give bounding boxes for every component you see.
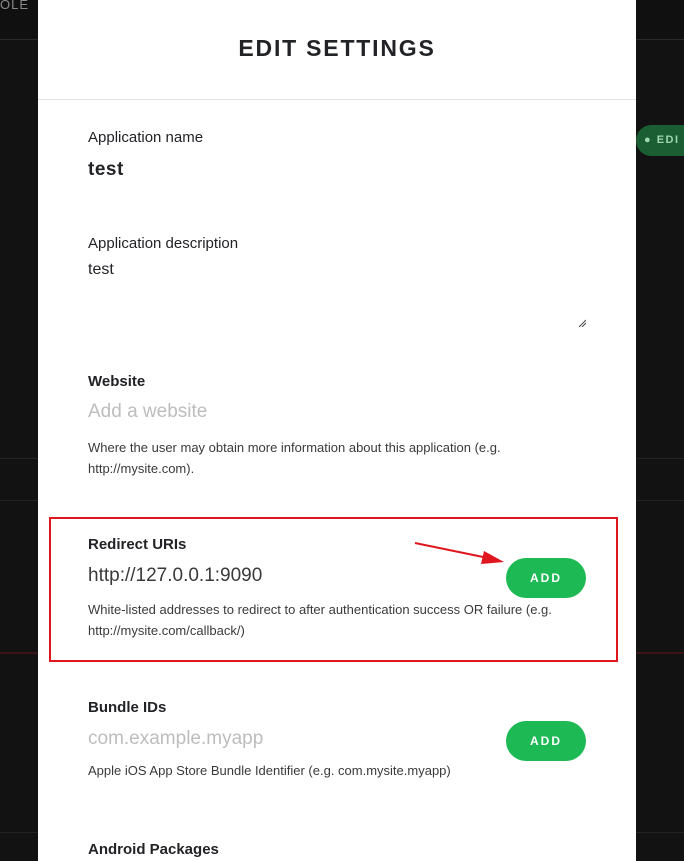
background-edit-button: ● EDI xyxy=(636,125,684,156)
application-description-label: Application description xyxy=(88,235,239,252)
annotation-highlight-box xyxy=(49,517,618,662)
android-packages-field: Android Packages xyxy=(88,841,586,858)
background-edit-label: EDI xyxy=(656,134,680,146)
website-input[interactable]: Add a website xyxy=(88,398,586,426)
annotation-arrow-icon xyxy=(414,542,504,564)
resize-handle-icon[interactable] xyxy=(578,319,586,327)
application-description-field: Application description test xyxy=(88,235,586,327)
application-description-value: test xyxy=(88,261,114,278)
application-name-label: Application name xyxy=(88,129,204,146)
website-field: Website Add a website Where the user may… xyxy=(88,373,586,479)
bundle-id-add-button[interactable]: ADD xyxy=(506,721,586,761)
website-label: Website xyxy=(88,373,146,390)
modal-header: EDIT SETTINGS xyxy=(38,0,636,100)
bundle-ids-help-text: Apple iOS App Store Bundle Identifier (e… xyxy=(88,763,451,778)
application-name-input[interactable]: test xyxy=(88,159,586,181)
application-description-textarea[interactable]: test xyxy=(88,261,586,327)
website-help-text: Where the user may obtain more informati… xyxy=(88,440,501,476)
modal-title: EDIT SETTINGS xyxy=(238,35,436,61)
application-name-field: Application name test xyxy=(88,129,586,181)
edit-settings-modal: EDIT SETTINGS Application name test Appl… xyxy=(38,0,636,861)
bundle-ids-label: Bundle IDs xyxy=(88,699,167,716)
edit-icon: ● xyxy=(644,134,657,146)
android-packages-label: Android Packages xyxy=(88,841,219,858)
background-topbar-text: OLE xyxy=(0,0,30,12)
